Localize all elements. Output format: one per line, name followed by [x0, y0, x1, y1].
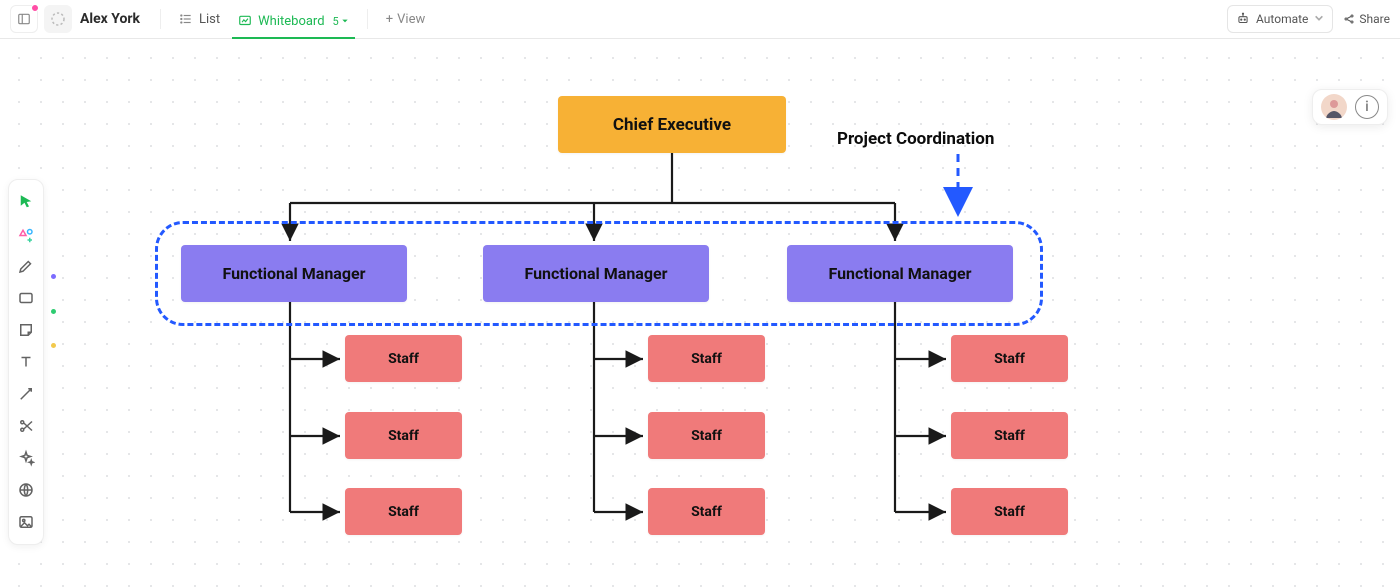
notification-dot-icon	[31, 4, 39, 12]
node-label: Functional Manager	[222, 264, 365, 283]
label-text: Project Coordination	[837, 129, 994, 149]
shapes-icon	[17, 225, 35, 243]
cursor-icon	[17, 193, 35, 211]
sidebar-toggle-button[interactable]	[10, 5, 38, 33]
share-label: Share	[1359, 12, 1390, 26]
node-staff[interactable]: Staff	[345, 412, 462, 459]
chevron-down-icon	[1314, 13, 1324, 23]
whiteboard-canvas[interactable]: i	[0, 39, 1400, 587]
add-view-label: View	[397, 12, 425, 27]
node-staff[interactable]: Staff	[648, 488, 765, 535]
node-staff[interactable]: Staff	[951, 412, 1068, 459]
node-label: Functional Manager	[828, 264, 971, 283]
view-list-button[interactable]: List	[173, 8, 226, 31]
tool-indicator-dot	[51, 343, 56, 348]
separator	[367, 9, 368, 29]
info-button[interactable]: i	[1355, 95, 1379, 119]
node-label: Staff	[388, 351, 419, 367]
text-icon	[17, 353, 35, 371]
tool-scissors[interactable]	[12, 411, 40, 441]
node-functional-manager-1[interactable]: Functional Manager	[181, 245, 407, 302]
tool-sparkle[interactable]	[12, 443, 40, 473]
tool-connector[interactable]	[12, 379, 40, 409]
tool-indicator-dot	[51, 274, 56, 279]
tool-text[interactable]	[12, 347, 40, 377]
node-label: Staff	[691, 428, 722, 444]
presence-panel: i	[1312, 89, 1388, 125]
tool-cursor[interactable]	[12, 187, 40, 217]
tool-image[interactable]	[12, 507, 40, 537]
robot-icon	[1236, 12, 1250, 26]
tool-indicator-dot	[51, 309, 56, 314]
sparkle-icon	[17, 449, 35, 467]
node-label: Staff	[691, 351, 722, 367]
share-button[interactable]: Share	[1343, 12, 1390, 26]
add-view-button[interactable]: + View	[386, 12, 426, 27]
whiteboard-count-chip: 5	[333, 15, 349, 28]
whiteboard-count-value: 5	[333, 15, 339, 28]
node-chief-executive[interactable]: Chief Executive	[558, 96, 786, 153]
doc-icon	[44, 5, 72, 33]
node-staff[interactable]: Staff	[648, 335, 765, 382]
node-label: Chief Executive	[613, 115, 731, 135]
whiteboard-icon	[238, 14, 252, 28]
node-functional-manager-2[interactable]: Functional Manager	[483, 245, 709, 302]
globe-icon	[17, 481, 35, 499]
avatar-person-icon	[1321, 94, 1347, 120]
node-label: Staff	[994, 428, 1025, 444]
connector-icon	[17, 385, 35, 403]
sticky-note-icon	[17, 321, 35, 339]
node-staff[interactable]: Staff	[345, 335, 462, 382]
node-label: Staff	[388, 428, 419, 444]
image-icon	[17, 513, 35, 531]
project-coordination-label[interactable]: Project Coordination	[837, 129, 994, 149]
node-label: Staff	[994, 351, 1025, 367]
chevron-down-icon	[341, 17, 349, 25]
automate-label: Automate	[1256, 12, 1308, 26]
view-whiteboard-label: Whiteboard	[258, 14, 324, 29]
node-staff[interactable]: Staff	[345, 488, 462, 535]
diagram-layer: Chief Executive Functional Manager Funct…	[0, 39, 1400, 587]
doc-title[interactable]: Alex York	[80, 11, 140, 27]
loading-dashes-icon	[49, 10, 67, 28]
node-label: Staff	[691, 504, 722, 520]
node-label: Functional Manager	[524, 264, 667, 283]
view-whiteboard-button[interactable]: Whiteboard 5	[232, 10, 355, 39]
tool-shapes[interactable]	[12, 219, 40, 249]
automate-chevron	[1314, 12, 1324, 26]
tool-rail	[8, 179, 44, 545]
node-functional-manager-3[interactable]: Functional Manager	[787, 245, 1013, 302]
list-icon	[179, 12, 193, 26]
node-label: Staff	[994, 504, 1025, 520]
node-label: Staff	[388, 504, 419, 520]
info-glyph: i	[1365, 99, 1369, 115]
tool-pen[interactable]	[12, 251, 40, 281]
scissors-icon	[17, 417, 35, 435]
node-staff[interactable]: Staff	[648, 412, 765, 459]
tool-sticky[interactable]	[12, 315, 40, 345]
avatar[interactable]	[1321, 94, 1347, 120]
share-icon	[1343, 13, 1355, 25]
panel-left-icon	[17, 12, 31, 26]
node-staff[interactable]: Staff	[951, 488, 1068, 535]
pen-icon	[17, 257, 35, 275]
topbar: Alex York List Whiteboard 5 + View Autom…	[0, 0, 1400, 39]
topbar-right-actions: Automate Share	[1227, 5, 1390, 33]
rectangle-icon	[17, 289, 35, 307]
automate-button[interactable]: Automate	[1227, 5, 1333, 33]
node-staff[interactable]: Staff	[951, 335, 1068, 382]
tool-globe[interactable]	[12, 475, 40, 505]
plus-icon: +	[386, 12, 393, 27]
separator	[160, 9, 161, 29]
tool-rectangle[interactable]	[12, 283, 40, 313]
view-list-label: List	[199, 12, 220, 27]
